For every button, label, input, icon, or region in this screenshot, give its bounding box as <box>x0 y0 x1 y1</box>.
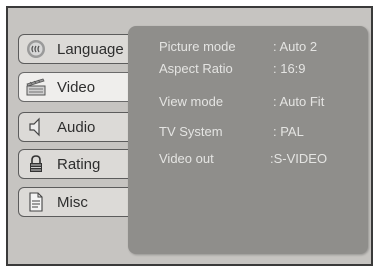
menu-item-label: Audio <box>57 118 96 136</box>
video-out-label: Video out <box>159 151 214 166</box>
picture-mode-label: Picture mode <box>159 39 236 54</box>
document-icon <box>25 191 47 213</box>
video-icon <box>25 76 47 98</box>
tv-system-value: : PAL <box>273 124 304 139</box>
speaker-icon <box>25 116 47 138</box>
aspect-ratio-label: Aspect Ratio <box>159 61 233 76</box>
aspect-ratio-value: : 16:9 <box>273 61 306 76</box>
view-mode-value: : Auto Fit <box>273 94 325 109</box>
menu-item-label: Misc <box>57 193 88 211</box>
language-icon <box>25 38 47 60</box>
video-out-value: :S-VIDEO <box>270 151 328 166</box>
tv-system-label: TV System <box>159 124 223 139</box>
menu-item-label: Video <box>57 78 96 96</box>
view-mode-label: View mode <box>159 94 224 109</box>
menu-item-label: Rating <box>57 155 101 173</box>
menu-item-label: Language <box>57 40 124 58</box>
picture-mode-value: : Auto 2 <box>273 39 318 54</box>
setup-menu-screen: Language Video Audio Rating Misc Picture… <box>6 6 373 266</box>
video-settings-panel: Picture mode : Auto 2 Aspect Ratio : 16:… <box>128 26 368 254</box>
lock-icon <box>25 153 47 175</box>
